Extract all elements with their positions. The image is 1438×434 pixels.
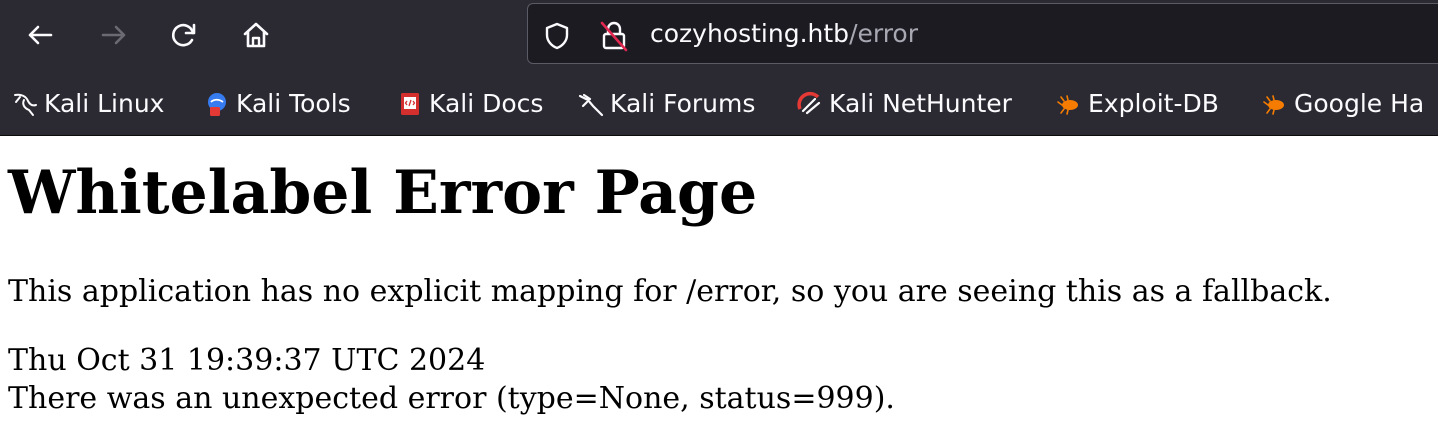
- bookmark-kali-nethunter[interactable]: Kali NetHunter: [797, 88, 1012, 120]
- url-text[interactable]: cozyhosting.htb/error: [650, 18, 918, 50]
- forward-button[interactable]: [94, 15, 134, 55]
- reload-button[interactable]: [164, 15, 204, 55]
- exploit-db-icon: [1056, 91, 1082, 117]
- bookmark-exploit-db[interactable]: Exploit-DB: [1056, 88, 1219, 120]
- bookmark-label: Exploit-DB: [1088, 89, 1219, 118]
- kali-forums-icon: [578, 91, 604, 117]
- bookmark-kali-docs[interactable]: Kali Docs: [397, 88, 543, 120]
- home-button[interactable]: [236, 15, 276, 55]
- bookmark-label: Kali Tools: [236, 89, 351, 118]
- bookmark-kali-tools[interactable]: Kali Tools: [204, 88, 351, 120]
- page-content: Whitelabel Error Page This application h…: [0, 136, 1438, 434]
- bookmark-label: Kali NetHunter: [829, 89, 1012, 118]
- error-timestamp: Thu Oct 31 19:39:37 UTC 2024: [8, 343, 486, 378]
- shield-icon[interactable]: [542, 21, 572, 56]
- error-message: This application has no explicit mapping…: [8, 274, 1332, 309]
- bookmark-google-hacking-db[interactable]: Google Ha: [1262, 88, 1424, 120]
- bookmark-kali-forums[interactable]: Kali Forums: [578, 88, 755, 120]
- page-title: Whitelabel Error Page: [8, 158, 758, 228]
- back-button[interactable]: [20, 15, 60, 55]
- home-icon: [240, 19, 272, 51]
- bookmark-kali-linux[interactable]: Kali Linux: [12, 88, 164, 120]
- kali-dragon-icon: [12, 91, 38, 117]
- bookmark-label: Kali Docs: [429, 89, 544, 118]
- url-bar[interactable]: cozyhosting.htb/error: [527, 3, 1438, 64]
- arrow-left-icon: [24, 19, 56, 51]
- reload-icon: [168, 19, 200, 51]
- kali-tools-icon: [204, 91, 230, 117]
- bookmarks-bar: Kali Linux Kali Tools Kali Docs Kali For…: [0, 70, 1438, 136]
- bookmark-label: Google Ha: [1294, 89, 1425, 118]
- url-path: /error: [849, 19, 919, 48]
- google-hacking-db-icon: [1262, 91, 1288, 117]
- arrow-right-icon: [98, 19, 130, 51]
- error-detail: There was an unexpected error (type=None…: [8, 381, 895, 416]
- bookmark-label: Kali Linux: [44, 89, 165, 118]
- bookmark-label: Kali Forums: [610, 89, 756, 118]
- kali-docs-icon: [397, 91, 423, 117]
- url-host: cozyhosting.htb: [650, 19, 850, 48]
- browser-toolbar: cozyhosting.htb/error: [0, 0, 1438, 70]
- nethunter-icon: [797, 91, 823, 117]
- insecure-lock-icon[interactable]: [598, 19, 630, 58]
